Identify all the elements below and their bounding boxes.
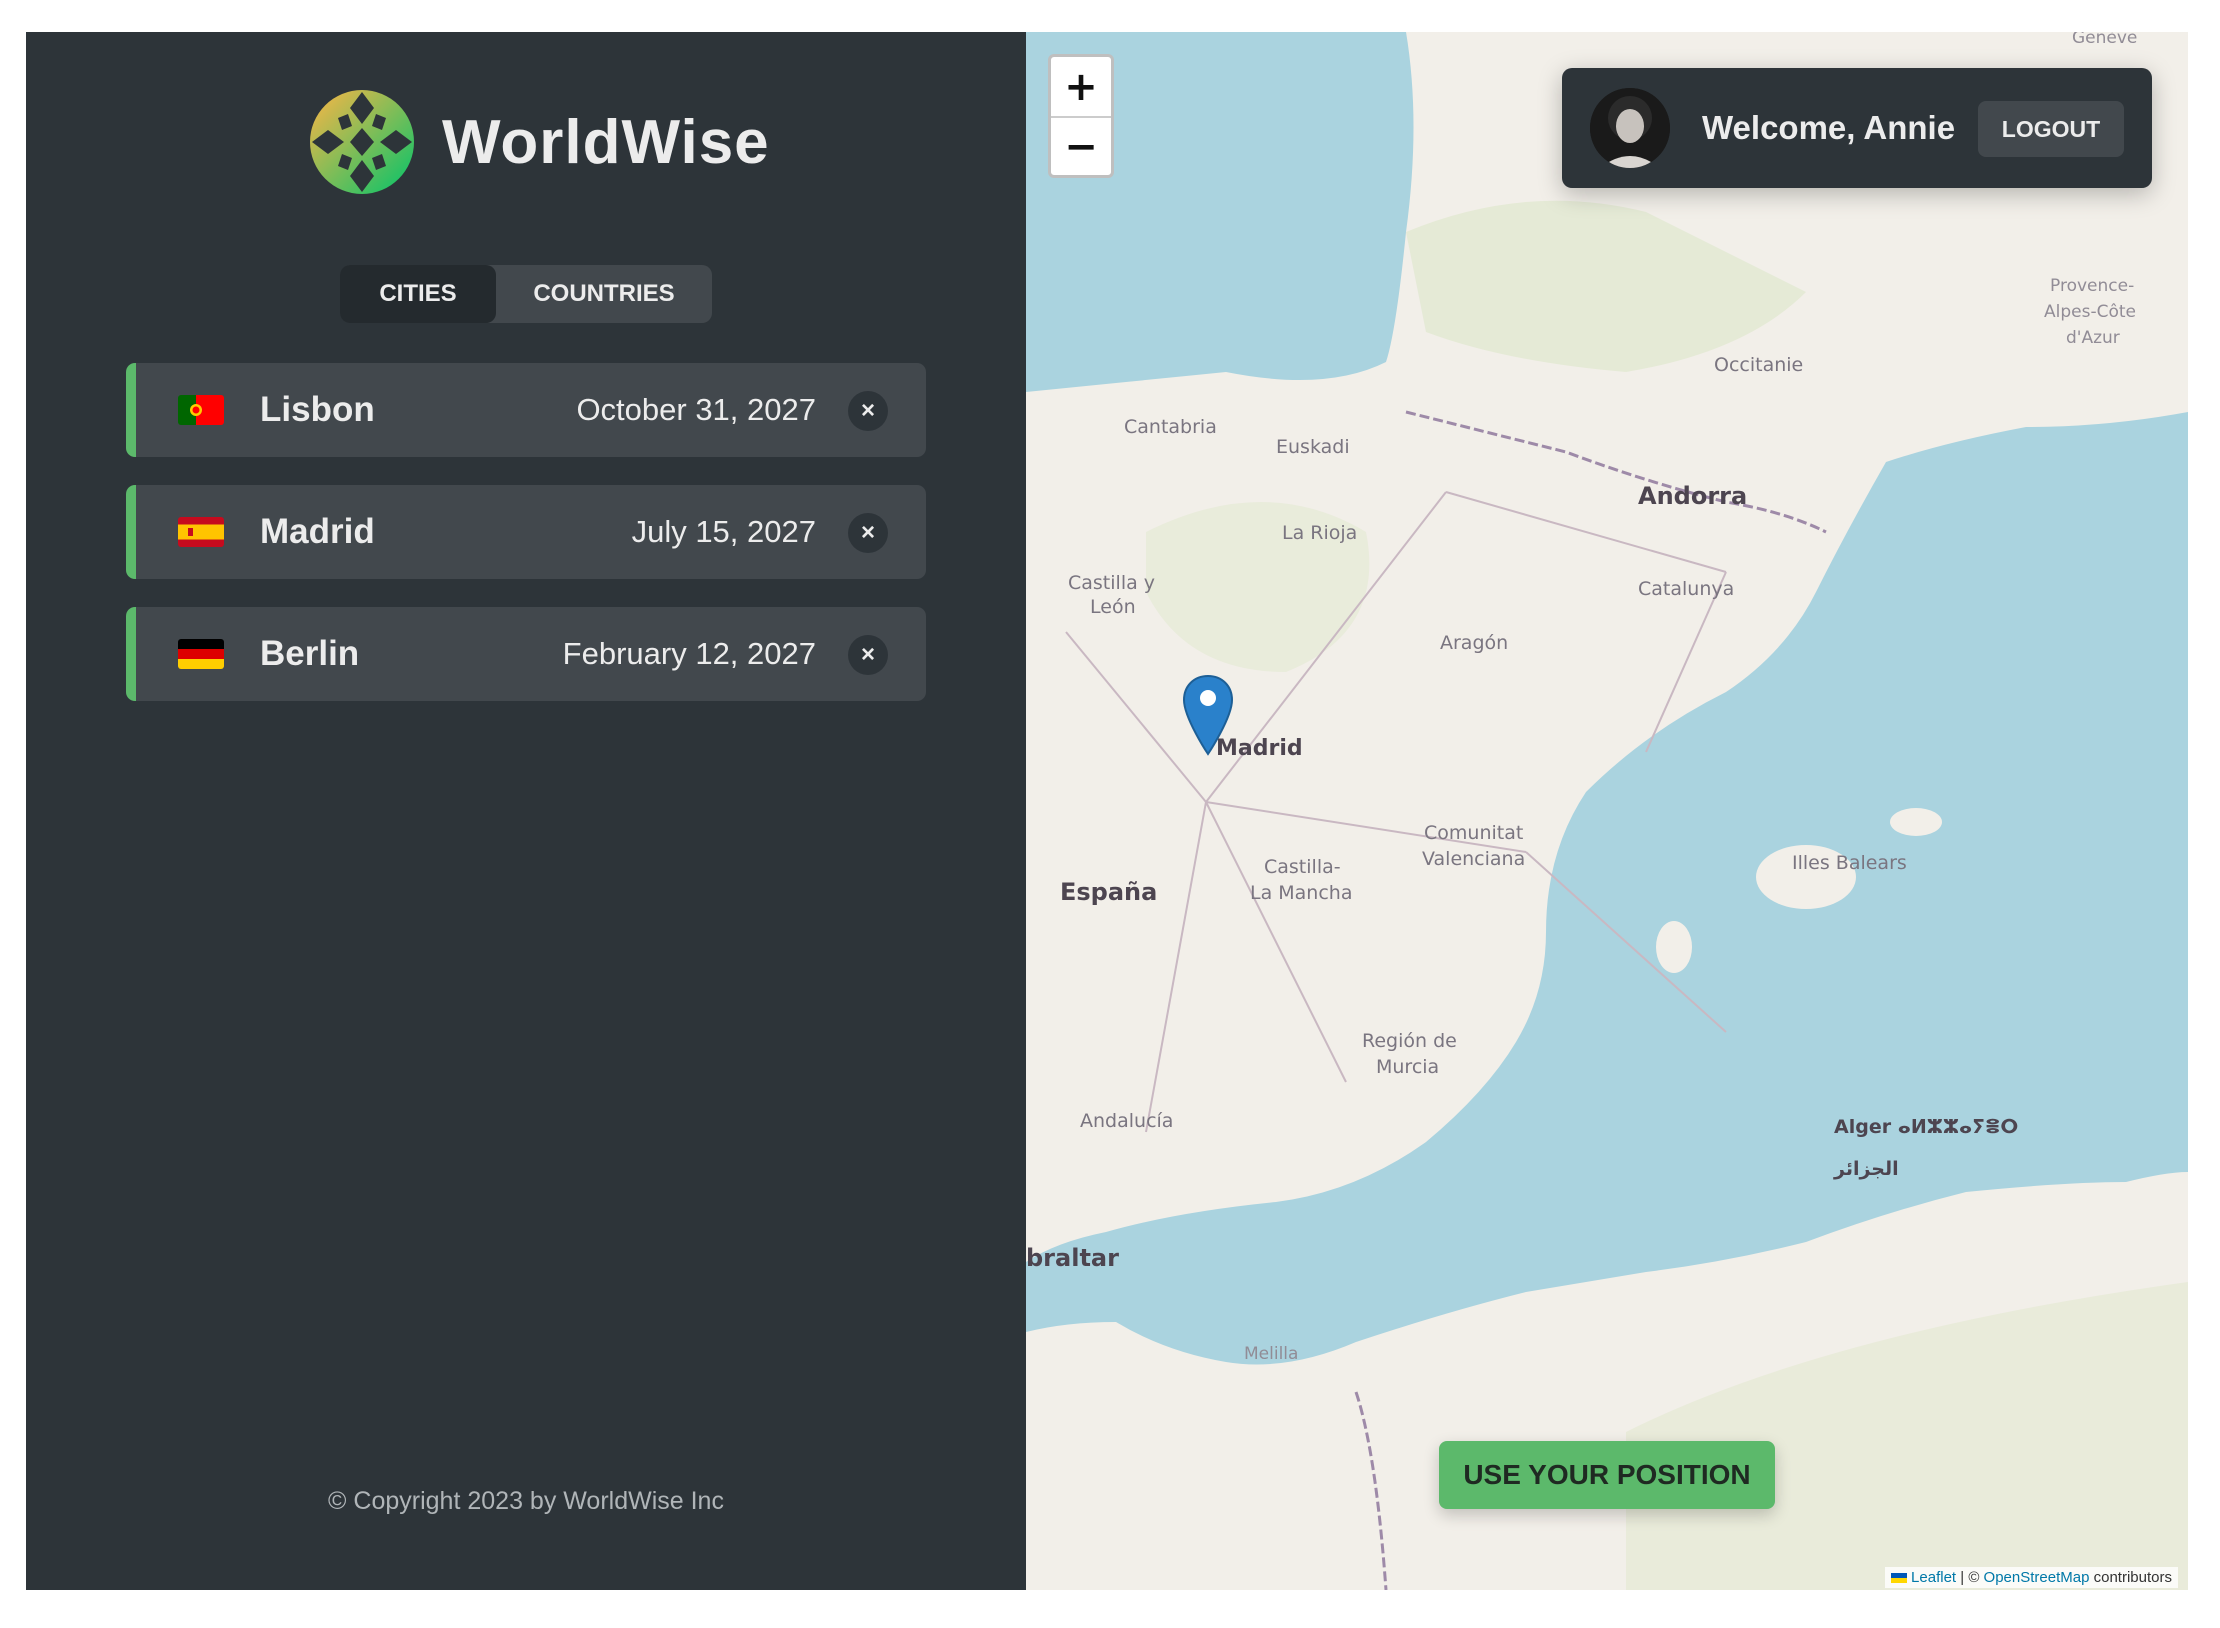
map-label-castilla-mancha-2: La Mancha (1250, 882, 1353, 904)
city-name: Lisbon (260, 390, 375, 429)
map-label-comunitat-1: Comunitat (1424, 822, 1524, 844)
city-name: Berlin (260, 634, 360, 673)
copyright: © Copyright 2023 by WorldWise Inc (328, 1487, 724, 1515)
tab-cities[interactable]: CITIES (340, 265, 496, 323)
map-label-alger: Alger ⴰⵍⵣⵣⴰⵢⴻⵔ (1834, 1116, 2019, 1138)
osm-link[interactable]: OpenStreetMap (1984, 1569, 2090, 1586)
map-label-euskadi: Euskadi (1276, 436, 1350, 458)
map-label-melilla: Melilla (1244, 1344, 1299, 1364)
map-label-espana: España (1060, 878, 1158, 906)
logo[interactable]: WorldWise (308, 88, 770, 196)
map-label-andalucia: Andalucía (1080, 1110, 1174, 1132)
map-label-occitanie: Occitanie (1714, 354, 1804, 376)
map-label-aragon: Aragón (1440, 632, 1509, 654)
map-label-provence-2: Alpes-Côte (2044, 302, 2136, 322)
map-label-gibraltar: braltar (1026, 1244, 1119, 1272)
map-label-la-rioja: La Rioja (1282, 522, 1358, 544)
worldwise-logo-icon (310, 90, 414, 194)
map-label-andorra: Andorra (1638, 482, 1748, 510)
city-date: July 15, 2027 (631, 514, 816, 549)
city-list: Lisbon October 31, 2027 × Madrid July 15… (126, 363, 926, 729)
sidebar: WorldWise CITIES COUNTRIES Lisbon Octobe… (26, 32, 1026, 1590)
germany-flag-icon (178, 639, 224, 669)
map-pin-icon[interactable] (1182, 674, 1234, 756)
app-name: WorldWise (442, 107, 770, 177)
map-label-comunitat-2: Valenciana (1422, 848, 1526, 870)
map-label-alger-arabic: الجزائر (1834, 1158, 1899, 1180)
logout-button[interactable]: LOGOUT (1978, 101, 2124, 157)
city-date: October 31, 2027 (576, 392, 816, 427)
delete-city-button[interactable]: × (848, 391, 888, 431)
attribution-suffix: contributors (2089, 1569, 2172, 1586)
portugal-flag-icon (178, 395, 224, 425)
menorca (1890, 808, 1942, 836)
attribution-separator: | © (1956, 1569, 1984, 1586)
leaflet-link[interactable]: Leaflet (1911, 1569, 1956, 1586)
map-label-illes-balears: Illes Balears (1792, 852, 1907, 874)
app: WorldWise CITIES COUNTRIES Lisbon Octobe… (26, 32, 2188, 1590)
city-date: February 12, 2027 (562, 636, 816, 671)
map-label-region-murcia-1: Región de (1362, 1030, 1457, 1052)
delete-city-button[interactable]: × (848, 635, 888, 675)
map-label-geneve: Genève (2072, 32, 2138, 48)
map-label-castilla-mancha-1: Castilla- (1264, 856, 1341, 878)
map-attribution: Leaflet | © OpenStreetMap contributors (1884, 1567, 2178, 1588)
spain-flag-icon (178, 517, 224, 547)
zoom-in-button[interactable]: + (1051, 57, 1111, 116)
map-label-castilla-leon-1: Castilla y (1068, 572, 1156, 594)
city-item-berlin[interactable]: Berlin February 12, 2027 × (126, 607, 926, 701)
ukraine-flag-icon (1890, 1573, 1907, 1584)
tab-countries[interactable]: COUNTRIES (496, 265, 712, 323)
map-label-provence-1: Provence- (2050, 276, 2135, 296)
delete-city-button[interactable]: × (848, 513, 888, 553)
user-panel: Welcome, Annie LOGOUT (1562, 68, 2152, 188)
city-item-lisbon[interactable]: Lisbon October 31, 2027 × (126, 363, 926, 457)
map-label-provence-3: d'Azur (2066, 328, 2120, 348)
use-position-button[interactable]: USE YOUR POSITION (1439, 1441, 1775, 1509)
city-item-madrid[interactable]: Madrid July 15, 2027 × (126, 485, 926, 579)
map-label-castilla-leon-2: León (1090, 596, 1136, 618)
avatar (1590, 88, 1670, 168)
map-label-cantabria: Cantabria (1124, 416, 1217, 438)
map-label-region-murcia-2: Murcia (1376, 1056, 1440, 1078)
zoom-out-button[interactable]: − (1051, 116, 1111, 175)
welcome-text: Welcome, Annie (1702, 109, 1956, 146)
city-name: Madrid (260, 512, 375, 551)
map-label-catalunya: Catalunya (1638, 578, 1735, 600)
zoom-control: + − (1048, 54, 1114, 178)
ibiza (1656, 921, 1692, 973)
map-tiles[interactable] (1026, 32, 2188, 1590)
map[interactable]: Andorra España Madrid Cantabria Euskadi … (1026, 32, 2188, 1590)
nav-tabs: CITIES COUNTRIES (340, 265, 712, 323)
